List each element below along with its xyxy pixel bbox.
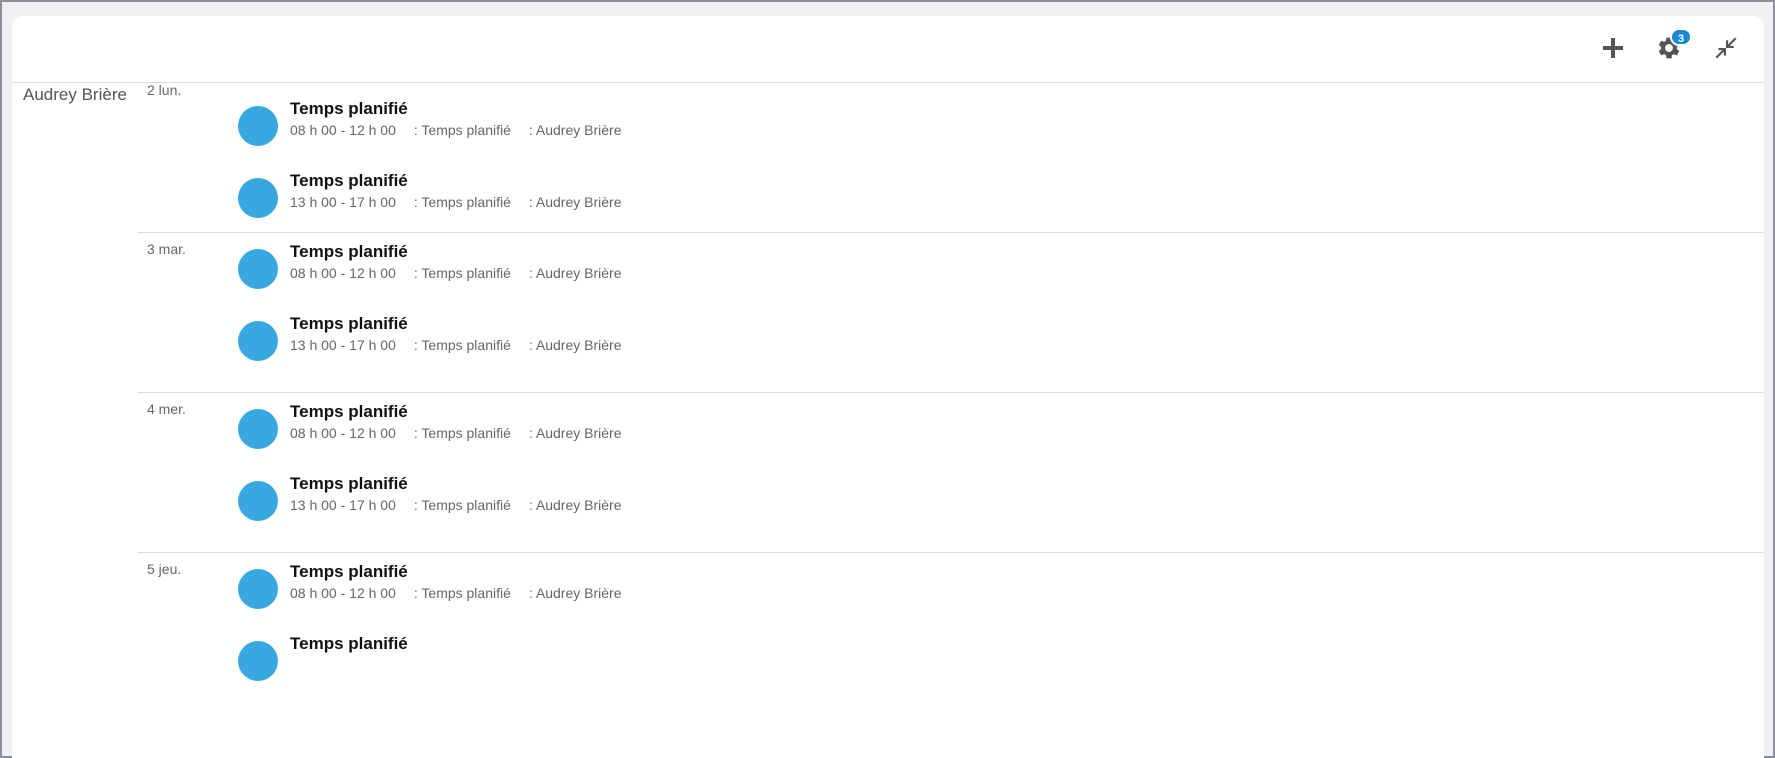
event-meta: 08 h 00 - 12 h 00 : Temps planifié : Audre… — [290, 425, 640, 441]
event-type: : Temps planifié — [413, 425, 511, 441]
event-item[interactable]: Temps planifié 13 h 00 - 17 h 00 : Temps … — [238, 314, 838, 381]
event-item[interactable]: Temps planifié 08 h 00 - 12 h 00 : Temps … — [238, 562, 838, 629]
window-frame: 3 Audrey Brière 2 lun. Temps planifié 08… — [0, 0, 1775, 758]
event-type: : Temps planifié — [413, 585, 511, 601]
event-title: Temps planifié — [290, 171, 408, 190]
event-person: : Audrey Brière — [528, 194, 622, 210]
event-type: : Temps planifié — [413, 265, 511, 281]
event-person: : Audrey Brière — [528, 337, 622, 353]
event-dot — [238, 249, 278, 289]
event-dot — [238, 178, 278, 218]
collapse-button[interactable] — [1708, 30, 1744, 66]
event-dot — [238, 409, 278, 449]
plus-icon — [1603, 38, 1623, 58]
event-dot — [238, 321, 278, 361]
event-item[interactable]: Temps planifié 08 h 00 - 12 h 00 : Temps … — [238, 99, 838, 166]
event-item[interactable]: Temps planifié 08 h 00 - 12 h 00 : Temps … — [238, 242, 838, 309]
event-type: : Temps planifié — [413, 194, 511, 210]
add-button[interactable] — [1595, 30, 1631, 66]
event-time: 08 h 00 - 12 h 00 — [290, 122, 396, 138]
event-item[interactable]: Temps planifié — [238, 634, 838, 701]
event-title: Temps planifié — [290, 242, 408, 261]
day-label: 5 jeu. — [147, 561, 182, 577]
event-item[interactable]: Temps planifié 13 h 00 - 17 h 00 : Temps … — [238, 171, 838, 238]
event-person: : Audrey Brière — [528, 497, 622, 513]
event-title: Temps planifié — [290, 474, 408, 493]
day-group: 4 mer. Temps planifié 08 h 00 - 12 h 00:… — [138, 392, 1764, 573]
event-dot — [238, 106, 278, 146]
event-title: Temps planifié — [290, 99, 408, 118]
settings-badge: 3 — [1670, 28, 1692, 46]
event-time: 13 h 00 - 17 h 00 — [290, 194, 396, 210]
event-title: Temps planifié — [290, 402, 408, 421]
day-label: 3 mar. — [147, 241, 186, 257]
event-person: : Audrey Brière — [528, 265, 622, 281]
event-dot — [238, 641, 278, 681]
schedule-panel: 3 Audrey Brière 2 lun. Temps planifié 08… — [12, 16, 1764, 758]
event-dot — [238, 481, 278, 521]
event-type: : Temps planifié — [413, 122, 511, 138]
event-time: 13 h 00 - 17 h 00 — [290, 337, 396, 353]
day-group: 2 lun. Temps planifié 08 h 00 - 12 h 00:… — [138, 74, 1764, 255]
event-title: Temps planifié — [290, 314, 408, 333]
event-item[interactable]: Temps planifié 13 h 00 - 17 h 00 : Temps … — [238, 474, 838, 541]
event-time: 13 h 00 - 17 h 00 — [290, 497, 396, 513]
event-type: : Temps planifié — [413, 497, 511, 513]
event-item[interactable]: Temps planifié 08 h 00 - 12 h 00 : Temps … — [238, 402, 838, 469]
collapse-arrows-icon — [1715, 37, 1737, 59]
event-time: 08 h 00 - 12 h 00 — [290, 425, 396, 441]
event-dot — [238, 569, 278, 609]
toolbar: 3 — [12, 16, 1764, 83]
event-meta: 13 h 00 - 17 h 00 : Temps planifié : Audre… — [290, 337, 640, 353]
event-meta: 13 h 00 - 17 h 00 : Temps planifié : Audre… — [290, 194, 640, 210]
person-name: Audrey Brière — [23, 85, 127, 104]
settings-button[interactable]: 3 — [1651, 28, 1692, 66]
event-meta: 13 h 00 - 17 h 00 : Temps planifié : Audre… — [290, 497, 640, 513]
event-person: : Audrey Brière — [528, 585, 622, 601]
event-person: : Audrey Brière — [528, 122, 622, 138]
day-group: 5 jeu. Temps planifié 08 h 00 - 12 h 00:… — [138, 552, 1764, 733]
day-label: 4 mer. — [147, 401, 186, 417]
event-person: : Audrey Brière — [528, 425, 622, 441]
event-meta: 08 h 00 - 12 h 00 : Temps planifié : Audre… — [290, 122, 640, 138]
event-meta: 08 h 00 - 12 h 00 : Temps planifié : Audre… — [290, 585, 640, 601]
event-time: 08 h 00 - 12 h 00 — [290, 585, 396, 601]
event-meta: 08 h 00 - 12 h 00 : Temps planifié : Audre… — [290, 265, 640, 281]
day-label: 2 lun. — [147, 82, 182, 98]
event-time: 08 h 00 - 12 h 00 — [290, 265, 396, 281]
event-title: Temps planifié — [290, 634, 408, 653]
day-group: 3 mar. Temps planifié 08 h 00 - 12 h 00:… — [138, 232, 1764, 413]
event-title: Temps planifié — [290, 562, 408, 581]
event-type: : Temps planifié — [413, 337, 511, 353]
